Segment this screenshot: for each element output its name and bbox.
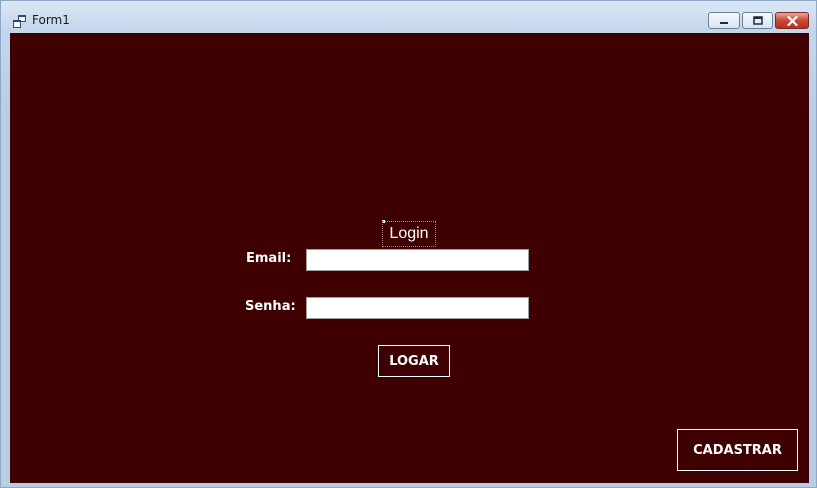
app-icon: [13, 13, 26, 28]
maximize-icon: [752, 16, 763, 25]
password-label: Senha:: [245, 299, 296, 314]
form-client-area: Login Email: Senha: LOGAR CADASTRAR: [10, 33, 809, 483]
login-heading: Login: [382, 221, 436, 247]
login-button[interactable]: LOGAR: [378, 345, 450, 377]
close-button[interactable]: [775, 12, 809, 29]
minimize-button[interactable]: [708, 12, 740, 29]
close-icon: [786, 15, 798, 26]
maximize-button[interactable]: [742, 12, 773, 29]
email-label: Email:: [246, 251, 292, 266]
minimize-icon: [720, 21, 728, 24]
email-field[interactable]: [306, 249, 529, 271]
password-field[interactable]: [306, 297, 529, 319]
window-title: Form1: [32, 13, 70, 27]
app-window: Form1 Login Email: Senha: LOGAR CADASTRA…: [0, 0, 817, 488]
register-button[interactable]: CADASTRAR: [677, 429, 798, 471]
